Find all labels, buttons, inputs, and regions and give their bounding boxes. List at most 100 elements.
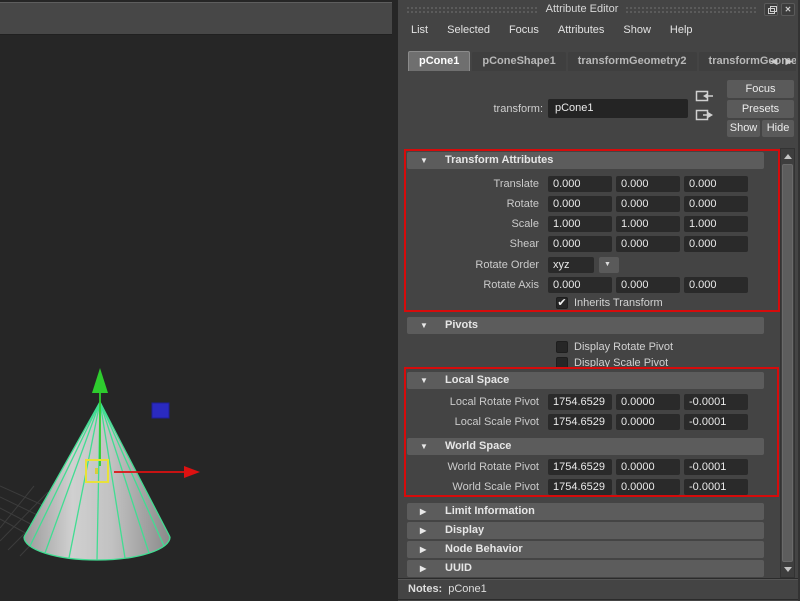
- menu-help[interactable]: Help: [670, 24, 693, 36]
- scroll-up-icon[interactable]: [781, 150, 794, 163]
- expand-triangle-icon: [420, 560, 426, 577]
- menu-show[interactable]: Show: [623, 24, 651, 36]
- local-scale-pivot-z-field[interactable]: -0.0001: [684, 414, 748, 430]
- expand-triangle-icon: [420, 541, 426, 558]
- expand-triangle-icon: [420, 522, 426, 539]
- copy-tab-icon[interactable]: [695, 88, 715, 104]
- display-rotate-pivot-checkbox[interactable]: [556, 341, 568, 353]
- world-scale-pivot-label: World Scale Pivot: [398, 481, 548, 493]
- x-axis-arrowhead-icon[interactable]: [184, 466, 200, 478]
- undock-panel-icon[interactable]: [764, 3, 778, 16]
- rotate-order-row: Rotate Order xyz: [398, 256, 619, 274]
- rotate-axis-x-field[interactable]: 0.000: [548, 277, 612, 293]
- attribute-scrollbar[interactable]: [780, 148, 795, 578]
- show-button[interactable]: Show: [727, 120, 760, 137]
- notes-value[interactable]: pCone1: [448, 583, 487, 595]
- section-local-space[interactable]: Local Space: [407, 372, 764, 389]
- rotate-order-value[interactable]: xyz: [548, 257, 594, 273]
- menu-attributes[interactable]: Attributes: [558, 24, 604, 36]
- world-rotate-pivot-x-field[interactable]: 1754.6529: [548, 459, 612, 475]
- rotate-axis-y-field[interactable]: 0.000: [616, 277, 680, 293]
- menu-selected[interactable]: Selected: [447, 24, 490, 36]
- scroll-down-icon[interactable]: [781, 563, 794, 576]
- section-display[interactable]: Display: [407, 522, 764, 539]
- world-scale-pivot-y-field[interactable]: 0.0000: [616, 479, 680, 495]
- menubar: List Selected Focus Attributes Show Help: [411, 22, 693, 38]
- section-limit-information[interactable]: Limit Information: [407, 503, 764, 520]
- rotate-row: Rotate 0.000 0.000 0.000: [398, 195, 752, 213]
- scale-z-field[interactable]: 1.000: [684, 216, 748, 232]
- local-rotate-pivot-label: Local Rotate Pivot: [398, 396, 548, 408]
- shear-z-field[interactable]: 0.000: [684, 236, 748, 252]
- tab-scroll-right-icon[interactable]: [783, 55, 795, 67]
- z-axis-handle[interactable]: [152, 403, 169, 418]
- rotate-y-field[interactable]: 0.000: [616, 196, 680, 212]
- section-title: Pivots: [445, 319, 478, 331]
- tab-pconeshape1[interactable]: pConeShape1: [472, 52, 565, 71]
- local-rotate-pivot-y-field[interactable]: 0.0000: [616, 394, 680, 410]
- world-scale-pivot-z-field[interactable]: -0.0001: [684, 479, 748, 495]
- local-scale-pivot-x-field[interactable]: 1754.6529: [548, 414, 612, 430]
- rotate-order-label: Rotate Order: [398, 259, 548, 271]
- transform-name-field[interactable]: pCone1: [548, 99, 688, 118]
- tab-transformgeometry2[interactable]: transformGeometry2: [568, 52, 697, 71]
- viewport-scene: [0, 36, 398, 601]
- shear-y-field[interactable]: 0.000: [616, 236, 680, 252]
- scale-x-field[interactable]: 1.000: [548, 216, 612, 232]
- rotate-axis-z-field[interactable]: 0.000: [684, 277, 748, 293]
- hide-button[interactable]: Hide: [762, 120, 794, 137]
- shear-x-field[interactable]: 0.000: [548, 236, 612, 252]
- shear-label: Shear: [398, 238, 548, 250]
- display-scale-pivot-label: Display Scale Pivot: [574, 357, 668, 369]
- attribute-editor-titlebar[interactable]: Attribute Editor: [398, 0, 798, 18]
- scrollbar-thumb[interactable]: [782, 164, 793, 562]
- notes-row: Notes:pCone1: [408, 583, 487, 595]
- y-axis-arrowhead-icon[interactable]: [92, 368, 108, 393]
- breakout-tab-icon[interactable]: [695, 107, 715, 123]
- section-uuid[interactable]: UUID: [407, 560, 764, 577]
- transform-field-label: transform:: [438, 103, 543, 115]
- local-rotate-pivot-z-field[interactable]: -0.0001: [684, 394, 748, 410]
- close-panel-icon[interactable]: [781, 3, 795, 16]
- presets-button[interactable]: Presets: [727, 100, 794, 118]
- section-pivots[interactable]: Pivots: [407, 317, 764, 334]
- tab-pcone1[interactable]: pCone1: [408, 51, 470, 71]
- local-scale-pivot-y-field[interactable]: 0.0000: [616, 414, 680, 430]
- rotate-axis-row: Rotate Axis 0.000 0.000 0.000: [398, 276, 752, 294]
- display-scale-pivot-checkbox[interactable]: [556, 357, 568, 369]
- world-scale-pivot-x-field[interactable]: 1754.6529: [548, 479, 612, 495]
- section-title: Display: [445, 524, 484, 536]
- viewport-header-bar: [0, 2, 392, 35]
- translate-y-field[interactable]: 0.000: [616, 176, 680, 192]
- viewport-panel[interactable]: [0, 0, 398, 601]
- rotate-z-field[interactable]: 0.000: [684, 196, 748, 212]
- inherits-transform-checkbox[interactable]: [556, 297, 568, 309]
- menu-focus[interactable]: Focus: [509, 24, 539, 36]
- tab-scroll-left-icon[interactable]: [768, 55, 780, 67]
- section-title: UUID: [445, 562, 472, 574]
- section-world-space[interactable]: World Space: [407, 438, 764, 455]
- scale-y-field[interactable]: 1.000: [616, 216, 680, 232]
- collapse-triangle-icon: [420, 317, 428, 334]
- world-rotate-pivot-row: World Rotate Pivot 1754.6529 0.0000 -0.0…: [398, 458, 752, 476]
- local-rotate-pivot-x-field[interactable]: 1754.6529: [548, 394, 612, 410]
- attribute-editor-panel: Attribute Editor List Selected Focus Att…: [398, 0, 800, 601]
- translate-z-field[interactable]: 0.000: [684, 176, 748, 192]
- section-transform-attributes[interactable]: Transform Attributes: [407, 152, 764, 169]
- world-rotate-pivot-z-field[interactable]: -0.0001: [684, 459, 748, 475]
- local-scale-pivot-label: Local Scale Pivot: [398, 416, 548, 428]
- world-rotate-pivot-y-field[interactable]: 0.0000: [616, 459, 680, 475]
- rotate-order-dropdown-icon[interactable]: [599, 257, 619, 273]
- menu-list[interactable]: List: [411, 24, 428, 36]
- maya-window: Attribute Editor List Selected Focus Att…: [0, 0, 800, 601]
- translate-x-field[interactable]: 0.000: [548, 176, 612, 192]
- section-node-behavior[interactable]: Node Behavior: [407, 541, 764, 558]
- titlebar-grip-texture: [406, 6, 539, 14]
- world-scale-pivot-row: World Scale Pivot 1754.6529 0.0000 -0.00…: [398, 478, 752, 496]
- pivot-mark-icon: [95, 468, 98, 474]
- focus-button[interactable]: Focus: [727, 80, 794, 98]
- inherits-transform-row: Inherits Transform: [556, 294, 663, 312]
- titlebar-grip-texture: [625, 6, 758, 14]
- rotate-x-field[interactable]: 0.000: [548, 196, 612, 212]
- tab-transformgeometry1[interactable]: transformGeome: [699, 52, 796, 71]
